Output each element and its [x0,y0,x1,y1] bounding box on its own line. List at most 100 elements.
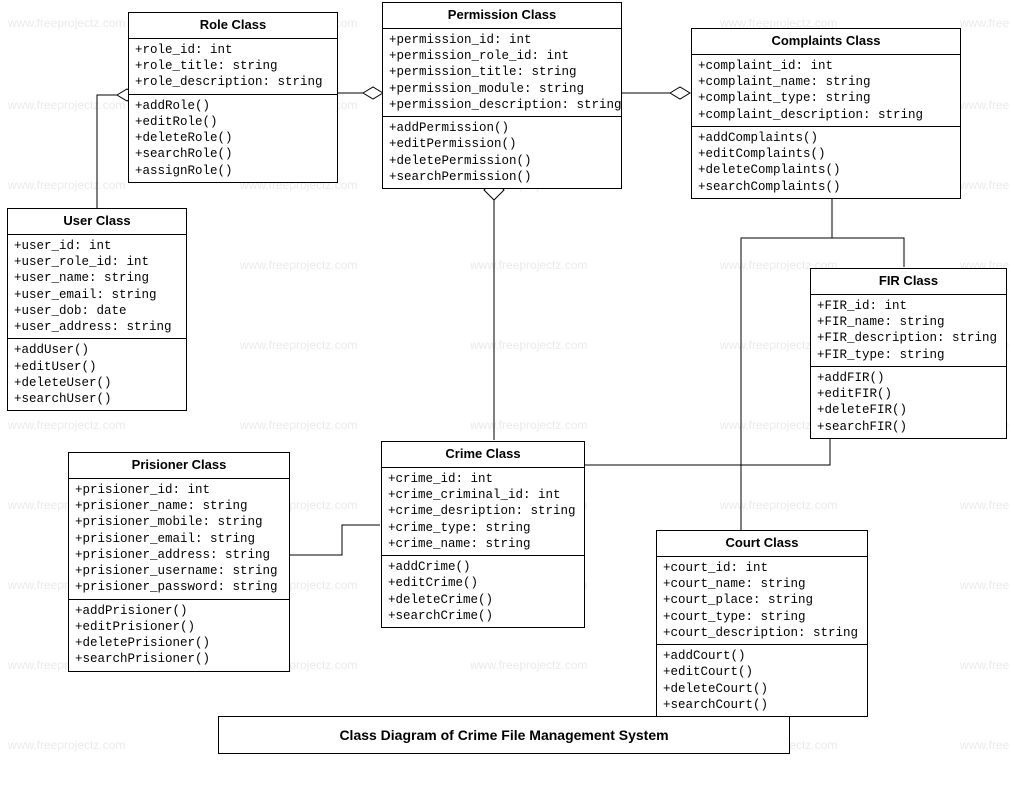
class-row: +searchFIR() [817,419,1000,435]
class-row: +deleteCrime() [388,592,578,608]
watermark-text: www.freeprojectz.com [240,338,357,352]
class-row: +permission_module: string [389,81,615,97]
class-row: +FIR_id: int [817,298,1000,314]
watermark-text: www.freeprojectz.com [470,418,587,432]
class-title: Crime Class [382,442,584,468]
class-row: +addPrisioner() [75,603,283,619]
class-attrs: +role_id: int+role_title: string+role_de… [129,39,337,95]
class-row: +searchUser() [14,391,180,407]
class-crime: Crime Class +crime_id: int+crime_crimina… [381,441,585,628]
class-row: +complaint_description: string [698,107,954,123]
class-row: +assignRole() [135,163,331,179]
class-methods: +addComplaints()+editComplaints()+delete… [692,127,960,198]
class-attrs: +complaint_id: int+complaint_name: strin… [692,55,960,127]
class-row: +prisioner_name: string [75,498,283,514]
class-methods: +addUser()+editUser()+deleteUser()+searc… [8,339,186,410]
class-row: +editCrime() [388,575,578,591]
class-row: +deleteRole() [135,130,331,146]
class-row: +complaint_name: string [698,74,954,90]
watermark-text: www.freeprojectz.com [8,98,125,112]
class-row: +addFIR() [817,370,1000,386]
class-attrs: +FIR_id: int+FIR_name: string+FIR_descri… [811,295,1006,367]
class-row: +FIR_name: string [817,314,1000,330]
class-title: User Class [8,209,186,235]
class-row: +prisioner_username: string [75,563,283,579]
class-row: +user_address: string [14,319,180,335]
watermark-text: www.freeprojectz.com [960,738,1010,752]
class-row: +searchPrisioner() [75,651,283,667]
class-row: +user_name: string [14,270,180,286]
class-row: +searchCourt() [663,697,861,713]
class-row: +court_type: string [663,609,861,625]
class-row: +searchRole() [135,146,331,162]
class-row: +addCrime() [388,559,578,575]
class-row: +deletePermission() [389,153,615,169]
watermark-text: www.freeprojectz.com [8,738,125,752]
class-title: Permission Class [383,3,621,29]
class-row: +crime_id: int [388,471,578,487]
class-row: +permission_description: string [389,97,615,113]
watermark-text: www.freeprojectz.com [960,98,1010,112]
class-row: +prisioner_password: string [75,579,283,595]
class-row: +addRole() [135,98,331,114]
class-row: +editRole() [135,114,331,130]
class-row: +court_id: int [663,560,861,576]
class-court: Court Class +court_id: int+court_name: s… [656,530,868,717]
watermark-text: www.freeprojectz.com [960,658,1010,672]
class-row: +addCourt() [663,648,861,664]
class-row: +searchCrime() [388,608,578,624]
diagram-canvas: www.freeprojectz.com www.freeprojectz.com… [0,0,1010,792]
class-user: User Class +user_id: int+user_role_id: i… [7,208,187,411]
class-row: +searchComplaints() [698,179,954,195]
class-row: +user_dob: date [14,303,180,319]
class-title: Role Class [129,13,337,39]
watermark-text: www.freeprojectz.com [960,498,1010,512]
watermark-text: www.freeprojectz.com [8,16,125,30]
watermark-text: www.freeprojectz.com [240,418,357,432]
class-row: +editCourt() [663,664,861,680]
class-methods: +addCrime()+editCrime()+deleteCrime()+se… [382,556,584,627]
class-row: +court_place: string [663,592,861,608]
diagram-title: Class Diagram of Crime File Management S… [218,716,790,754]
class-methods: +addFIR()+editFIR()+deleteFIR()+searchFI… [811,367,1006,438]
watermark-text: www.freeprojectz.com [960,578,1010,592]
class-row: +crime_type: string [388,520,578,536]
watermark-text: www.freeprojectz.com [960,178,1010,192]
class-row: +permission_id: int [389,32,615,48]
class-row: +role_description: string [135,74,331,90]
class-fir: FIR Class +FIR_id: int+FIR_name: string+… [810,268,1007,439]
class-row: +editComplaints() [698,146,954,162]
class-row: +user_id: int [14,238,180,254]
watermark-text: www.freeprojectz.com [720,498,837,512]
watermark-text: www.freeprojectz.com [240,258,357,272]
class-row: +prisioner_email: string [75,531,283,547]
class-attrs: +court_id: int+court_name: string+court_… [657,557,867,645]
watermark-text: www.freeprojectz.com [470,338,587,352]
class-row: +role_title: string [135,58,331,74]
class-attrs: +user_id: int+user_role_id: int+user_nam… [8,235,186,340]
class-permission: Permission Class +permission_id: int +per… [382,2,622,189]
watermark-text: www.freeprojectz.com [470,658,587,672]
class-attrs: +crime_id: int+crime_criminal_id: int+cr… [382,468,584,556]
class-row: +prisioner_mobile: string [75,514,283,530]
class-methods: +addPermission()+editPermission()+delete… [383,117,621,188]
class-row: +deleteFIR() [817,402,1000,418]
class-row: +addPermission() [389,120,615,136]
class-row: +editPrisioner() [75,619,283,635]
class-row: +complaint_type: string [698,90,954,106]
watermark-text: www.freeprojectz.com [470,258,587,272]
class-row: +editUser() [14,359,180,375]
class-methods: +addPrisioner()+editPrisioner()+deletePr… [69,600,289,671]
watermark-text: www.freeprojectz.com [8,418,125,432]
class-row: +deleteCourt() [663,681,861,697]
class-title: Prisioner Class [69,453,289,479]
class-row: +crime_name: string [388,536,578,552]
class-row: +FIR_type: string [817,347,1000,363]
class-title: Complaints Class [692,29,960,55]
class-row: +permission_title: string [389,64,615,80]
class-row: +crime_desription: string [388,503,578,519]
class-row: +editPermission() [389,136,615,152]
class-methods: +addRole()+editRole()+deleteRole()+searc… [129,95,337,182]
class-title: Court Class [657,531,867,557]
class-role: Role Class +role_id: int+role_title: str… [128,12,338,183]
